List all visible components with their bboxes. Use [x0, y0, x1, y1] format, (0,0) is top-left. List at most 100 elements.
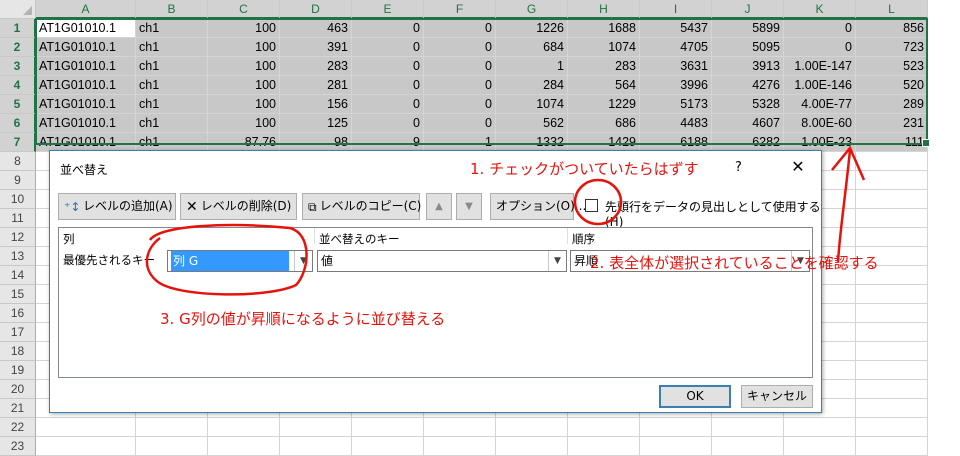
cell-f6[interactable]: 0 [424, 114, 496, 133]
cell-j5[interactable]: 5328 [712, 95, 784, 114]
row-header-23[interactable]: 23 [0, 437, 36, 456]
cell-a22[interactable] [36, 418, 136, 437]
help-button[interactable]: ? [735, 160, 742, 175]
cell-e23[interactable] [352, 437, 424, 456]
cell-j3[interactable]: 3913 [712, 57, 784, 76]
row-header-19[interactable]: 19 [0, 361, 36, 380]
row-header-7[interactable]: 7 [0, 133, 36, 152]
cell-d2[interactable]: 391 [280, 38, 352, 57]
cell-k2[interactable]: 0 [784, 38, 856, 57]
cell-b23[interactable] [136, 437, 208, 456]
cell-j22[interactable] [712, 418, 784, 437]
cell-g1[interactable]: 1226 [496, 19, 568, 38]
cell-f22[interactable] [424, 418, 496, 437]
cell-c5[interactable]: 100 [208, 95, 280, 114]
cell-i3[interactable]: 3631 [640, 57, 712, 76]
cell-b1[interactable]: ch1 [136, 19, 208, 38]
copy-level-button[interactable]: ⧉ レベルのコピー(C) [302, 193, 421, 220]
ok-button[interactable]: OK [659, 385, 731, 408]
move-down-button[interactable]: ▼ [456, 193, 482, 220]
cell-a2[interactable]: AT1G01010.1 [36, 38, 136, 57]
column-header-l[interactable]: L [856, 0, 928, 19]
row-header-12[interactable]: 12 [0, 228, 36, 247]
cell-c23[interactable] [208, 437, 280, 456]
cell-f2[interactable]: 0 [424, 38, 496, 57]
row-header-9[interactable]: 9 [0, 171, 36, 190]
cell-h23[interactable] [568, 437, 640, 456]
row-header-14[interactable]: 14 [0, 266, 36, 285]
row-header-21[interactable]: 21 [0, 399, 36, 418]
row-header-17[interactable]: 17 [0, 323, 36, 342]
cell-l21[interactable] [856, 399, 928, 418]
column-header-h[interactable]: H [568, 0, 640, 19]
cell-k5[interactable]: 4.00E-77 [784, 95, 856, 114]
cell-g2[interactable]: 684 [496, 38, 568, 57]
cell-i6[interactable]: 4483 [640, 114, 712, 133]
header-row-checkbox[interactable] [585, 199, 598, 212]
cell-h6[interactable]: 686 [568, 114, 640, 133]
column-header-d[interactable]: D [280, 0, 352, 19]
row-header-4[interactable]: 4 [0, 76, 36, 95]
cell-h3[interactable]: 283 [568, 57, 640, 76]
cell-l1[interactable]: 856 [856, 19, 928, 38]
cell-l10[interactable] [856, 190, 928, 209]
cell-b6[interactable]: ch1 [136, 114, 208, 133]
cell-a1[interactable]: AT1G01010.1 [36, 19, 136, 38]
chevron-down-icon[interactable]: ▼ [548, 251, 566, 271]
row-header-15[interactable]: 15 [0, 285, 36, 304]
cancel-button[interactable]: キャンセル [741, 385, 813, 408]
cell-c3[interactable]: 100 [208, 57, 280, 76]
row-header-3[interactable]: 3 [0, 57, 36, 76]
cell-a23[interactable] [36, 437, 136, 456]
cell-l12[interactable] [856, 228, 928, 247]
cell-g6[interactable]: 562 [496, 114, 568, 133]
cell-l23[interactable] [856, 437, 928, 456]
cell-d4[interactable]: 281 [280, 76, 352, 95]
cell-b4[interactable]: ch1 [136, 76, 208, 95]
cell-k6[interactable]: 8.00E-60 [784, 114, 856, 133]
cell-a5[interactable]: AT1G01010.1 [36, 95, 136, 114]
cell-d5[interactable]: 156 [280, 95, 352, 114]
cell-j1[interactable]: 5899 [712, 19, 784, 38]
cell-c4[interactable]: 100 [208, 76, 280, 95]
cell-i5[interactable]: 5173 [640, 95, 712, 114]
cell-l17[interactable] [856, 323, 928, 342]
cell-k22[interactable] [784, 418, 856, 437]
row-header-20[interactable]: 20 [0, 380, 36, 399]
row-header-6[interactable]: 6 [0, 114, 36, 133]
cell-f4[interactable]: 0 [424, 76, 496, 95]
column-header-f[interactable]: F [424, 0, 496, 19]
row-header-16[interactable]: 16 [0, 304, 36, 323]
row-header-13[interactable]: 13 [0, 247, 36, 266]
cell-e2[interactable]: 0 [352, 38, 424, 57]
cell-c2[interactable]: 100 [208, 38, 280, 57]
cell-i2[interactable]: 4705 [640, 38, 712, 57]
options-button[interactable]: オプション(O)... [490, 193, 586, 220]
cell-l15[interactable] [856, 285, 928, 304]
cell-i4[interactable]: 3996 [640, 76, 712, 95]
header-row-checkbox-label[interactable]: 先頭行をデータの見出しとして使用する(H) [605, 198, 821, 229]
column-header-k[interactable]: K [784, 0, 856, 19]
cell-i23[interactable] [640, 437, 712, 456]
cell-b3[interactable]: ch1 [136, 57, 208, 76]
cell-d3[interactable]: 283 [280, 57, 352, 76]
cell-g23[interactable] [496, 437, 568, 456]
row-header-22[interactable]: 22 [0, 418, 36, 437]
cell-k3[interactable]: 1.00E-147 [784, 57, 856, 76]
cell-k4[interactable]: 1.00E-146 [784, 76, 856, 95]
cell-i22[interactable] [640, 418, 712, 437]
column-select[interactable]: 列 G ▼ [167, 250, 313, 272]
cell-c22[interactable] [208, 418, 280, 437]
cell-l19[interactable] [856, 361, 928, 380]
cell-l22[interactable] [856, 418, 928, 437]
cell-l6[interactable]: 231 [856, 114, 928, 133]
cell-e4[interactable]: 0 [352, 76, 424, 95]
cell-d23[interactable] [280, 437, 352, 456]
cell-a6[interactable]: AT1G01010.1 [36, 114, 136, 133]
column-header-g[interactable]: G [496, 0, 568, 19]
row-header-10[interactable]: 10 [0, 190, 36, 209]
cell-l11[interactable] [856, 209, 928, 228]
cell-g5[interactable]: 1074 [496, 95, 568, 114]
cell-g22[interactable] [496, 418, 568, 437]
cell-d22[interactable] [280, 418, 352, 437]
